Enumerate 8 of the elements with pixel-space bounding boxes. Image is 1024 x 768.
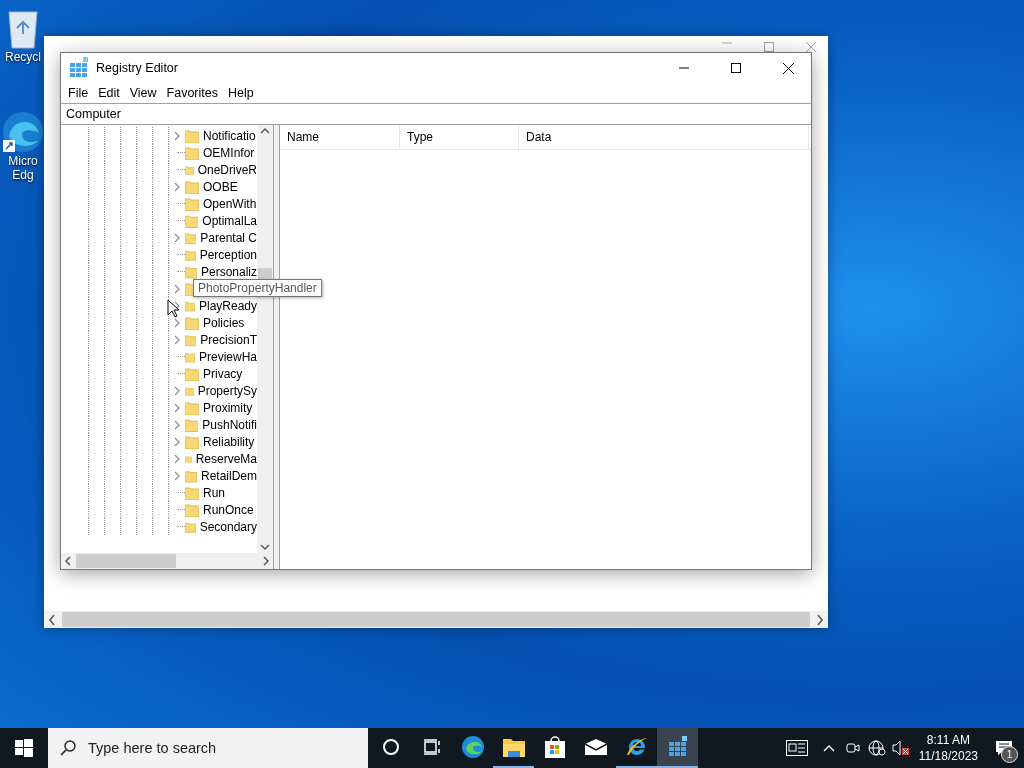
desktop-icon-label: Micro (8, 154, 38, 168)
clock-time: 8:11 AM (926, 732, 970, 748)
desktop-icon-label: Edg (12, 168, 34, 182)
notification-count: 1 (1001, 746, 1018, 763)
clock-date: 11/18/2023 (918, 748, 978, 764)
window-title: Registry Editor (96, 61, 179, 75)
tooltip: PhotoPropertyHandler (193, 279, 322, 297)
desktop-icon-label: Recycl (5, 50, 41, 64)
